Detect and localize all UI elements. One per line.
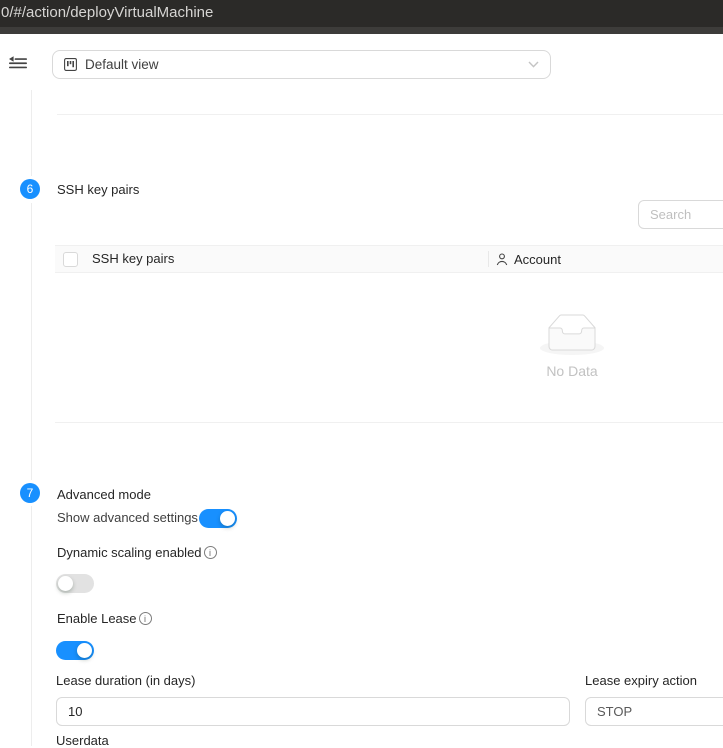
step-6-number: 6 <box>27 182 34 196</box>
ssh-search-input[interactable] <box>638 200 723 229</box>
column-header-account-label: Account <box>514 252 561 267</box>
sidebar-fold-button[interactable] <box>9 55 27 71</box>
empty-inbox-icon <box>540 314 604 355</box>
lease-expiry-label: Lease expiry action <box>585 673 697 688</box>
empty-state-text: No Data <box>507 363 637 379</box>
titlebar-strip <box>0 27 723 34</box>
step-rail <box>31 203 32 480</box>
view-filter-select[interactable]: Default view <box>52 50 551 79</box>
advanced-section-title: Advanced mode <box>57 487 151 502</box>
dynamic-scaling-label: Dynamic scaling enabled <box>57 545 202 560</box>
enable-lease-row: Enable Lease i <box>57 611 152 626</box>
user-icon <box>496 253 508 266</box>
browser-titlebar: 0/#/action/deployVirtualMachine <box>0 0 723 27</box>
dynamic-scaling-row: Dynamic scaling enabled i <box>57 545 217 560</box>
project-view-icon <box>64 58 77 71</box>
view-select-value: Default view <box>85 57 159 72</box>
toggle-knob <box>220 511 235 526</box>
show-advanced-settings-label: Show advanced settings <box>57 510 198 525</box>
show-advanced-settings-toggle[interactable] <box>199 509 237 528</box>
step-rail <box>31 506 32 746</box>
ssh-table-header: SSH key pairs Account <box>55 245 723 273</box>
info-icon[interactable]: i <box>139 612 152 625</box>
select-all-checkbox[interactable] <box>63 252 78 267</box>
column-header-account: Account <box>496 246 561 272</box>
lease-expiry-value: STOP <box>597 704 632 719</box>
step-7-badge: 7 <box>20 483 40 503</box>
step-rail <box>31 90 32 176</box>
lease-duration-input[interactable] <box>56 697 570 726</box>
lease-duration-label: Lease duration (in days) <box>56 673 195 688</box>
toggle-knob <box>77 643 92 658</box>
toggle-knob <box>58 576 73 591</box>
info-icon[interactable]: i <box>204 546 217 559</box>
section-divider <box>57 114 723 115</box>
enable-lease-label: Enable Lease <box>57 611 137 626</box>
step-6-badge: 6 <box>20 179 40 199</box>
lease-expiry-select[interactable]: STOP <box>585 697 723 726</box>
enable-lease-toggle[interactable] <box>56 641 94 660</box>
step-7-number: 7 <box>27 486 34 500</box>
dynamic-scaling-toggle[interactable] <box>56 574 94 593</box>
chevron-down-icon <box>528 61 539 68</box>
titlebar-url: 0/#/action/deployVirtualMachine <box>1 0 723 26</box>
ssh-section-title: SSH key pairs <box>57 182 139 197</box>
menu-fold-icon <box>9 55 27 71</box>
column-header-sshkeypairs: SSH key pairs <box>92 246 174 272</box>
column-separator <box>488 251 489 267</box>
table-bottom-border <box>55 422 723 423</box>
